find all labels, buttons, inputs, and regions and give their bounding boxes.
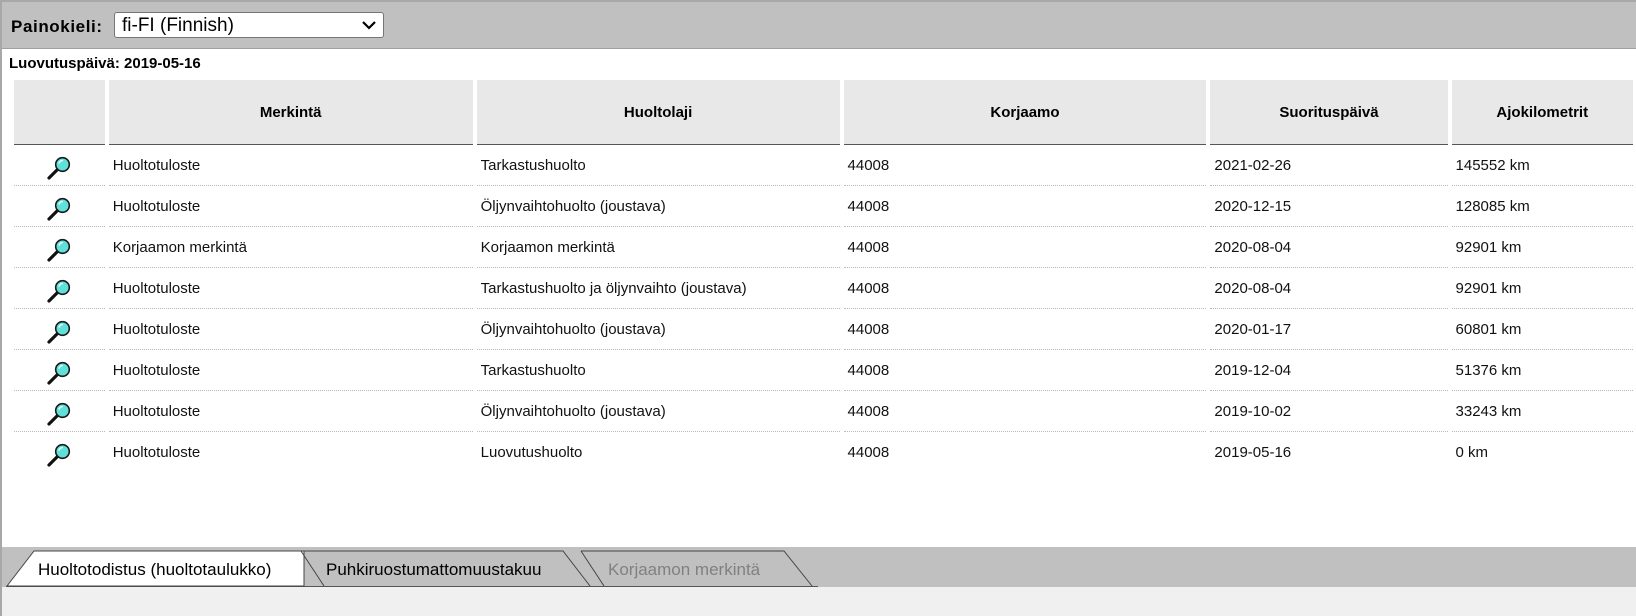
cell-korjaamo: 44008 xyxy=(843,186,1207,227)
cell-korjaamo: 44008 xyxy=(843,227,1207,268)
cell-merkinta: Huoltotuloste xyxy=(112,443,201,461)
cell-suorituspaiva: 2019-10-02 xyxy=(1210,391,1448,432)
cell-suorituspaiva: 2021-02-26 xyxy=(1210,145,1448,186)
cell-merkinta: Huoltotuloste xyxy=(108,309,473,350)
cell-ajokilometrit: 60801 km xyxy=(1451,309,1633,350)
cell-korjaamo: 44008 xyxy=(843,350,1207,391)
cell-huoltolaji: Öljynvaihtohuolto (joustava) xyxy=(476,186,840,227)
magnifier-icon[interactable] xyxy=(46,196,72,222)
cell-merkinta: Huoltotuloste xyxy=(108,145,473,186)
row-icon-cell[interactable] xyxy=(14,391,105,432)
row-icon-cell[interactable] xyxy=(14,432,105,472)
service-history-app: Painokieli: fi-FI (Finnish) Luovutuspäiv… xyxy=(0,0,1636,616)
cell-korjaamo: 44008 xyxy=(843,309,1207,350)
magnifier-icon[interactable] xyxy=(46,155,72,181)
column-header-suorituspaiva: Suorituspäivä xyxy=(1210,80,1448,145)
magnifier-icon[interactable] xyxy=(46,401,72,427)
cell-suorituspaiva: 2020-01-17 xyxy=(1210,309,1448,350)
cell-merkinta: Huoltotuloste xyxy=(108,268,473,309)
row-icon-cell[interactable] xyxy=(14,268,105,309)
cell-huoltolaji: Tarkastushuolto xyxy=(476,145,840,186)
cell-korjaamo: 44008 xyxy=(843,391,1207,432)
row-icon-cell[interactable] xyxy=(14,350,105,391)
row-icon-cell[interactable] xyxy=(14,145,105,186)
status-strip xyxy=(2,587,1636,616)
tab-bar: Huoltotodistus (huoltotaulukko) Puhkiruo… xyxy=(2,547,1636,587)
table-row[interactable]: Huoltotuloste Tarkastushuolto 44008 2019… xyxy=(14,350,1633,391)
table-row[interactable]: Korjaamon merkintä Korjaamon merkintä 44… xyxy=(14,227,1633,268)
column-header-huoltolaji: Huoltolaji xyxy=(476,80,840,145)
tab-puhkiruostumattomuustakuu[interactable]: Puhkiruostumattomuustakuu xyxy=(300,550,592,587)
table-row[interactable]: Huoltotuloste Öljynvaihtohuolto (joustav… xyxy=(14,186,1633,227)
cell-ajokilometrit: 145552 km xyxy=(1451,145,1633,186)
magnifier-icon[interactable] xyxy=(46,278,72,304)
cell-suorituspaiva: 2019-05-16 xyxy=(1214,443,1292,461)
column-header-ajokilometrit: Ajokilometrit xyxy=(1451,80,1633,145)
table-row[interactable]: Huoltotuloste Luovutushuolto 44008 2019-… xyxy=(14,432,1633,472)
language-label: Painokieli: xyxy=(11,17,103,36)
cell-ajokilometrit: 128085 km xyxy=(1451,186,1633,227)
row-icon-cell[interactable] xyxy=(14,186,105,227)
cell-huoltolaji: Öljynvaihtohuolto (joustava) xyxy=(476,309,840,350)
magnifier-icon[interactable] xyxy=(46,319,72,345)
language-select[interactable]: fi-FI (Finnish) xyxy=(114,12,384,38)
cell-suorituspaiva: 2020-12-15 xyxy=(1210,186,1448,227)
tab-label: Puhkiruostumattomuustakuu xyxy=(326,560,542,579)
cell-ajokilometrit: 51376 km xyxy=(1451,350,1633,391)
table-header-row: Merkintä Huoltolaji Korjaamo Suorituspäi… xyxy=(14,80,1633,145)
table-row[interactable]: Huoltotuloste Öljynvaihtohuolto (joustav… xyxy=(14,391,1633,432)
service-history-table: Merkintä Huoltolaji Korjaamo Suorituspäi… xyxy=(10,80,1636,472)
cell-merkinta: Huoltotuloste xyxy=(108,391,473,432)
language-select-value: fi-FI (Finnish) xyxy=(122,15,234,36)
cell-korjaamo: 44008 xyxy=(843,268,1207,309)
column-header-merkinta: Merkintä xyxy=(108,80,473,145)
tab-label: Huoltotodistus (huoltotaulukko) xyxy=(38,560,272,579)
cell-huoltolaji: Tarkastushuolto ja öljynvaihto (joustava… xyxy=(476,268,840,309)
cell-huoltolaji: Tarkastushuolto xyxy=(476,350,840,391)
tab-korjaamon-merkinta[interactable]: Korjaamon merkintä xyxy=(580,550,820,587)
cell-merkinta: Huoltotuloste xyxy=(108,350,473,391)
cell-huoltolaji: Korjaamon merkintä xyxy=(476,227,840,268)
cell-huoltolaji: Luovutushuolto xyxy=(480,443,583,461)
row-icon-cell[interactable] xyxy=(14,227,105,268)
chevron-down-icon xyxy=(362,21,376,30)
cell-ajokilometrit: 33243 km xyxy=(1451,391,1633,432)
tab-label: Korjaamon merkintä xyxy=(608,560,761,579)
cell-suorituspaiva: 2020-08-04 xyxy=(1210,268,1448,309)
cell-suorituspaiva: 2020-08-04 xyxy=(1210,227,1448,268)
cell-suorituspaiva: 2019-12-04 xyxy=(1210,350,1448,391)
cell-merkinta: Korjaamon merkintä xyxy=(108,227,473,268)
cell-korjaamo: 44008 xyxy=(847,443,890,461)
table-row[interactable]: Huoltotuloste Tarkastushuolto 44008 2021… xyxy=(14,145,1633,186)
table-row[interactable]: Huoltotuloste Öljynvaihtohuolto (joustav… xyxy=(14,309,1633,350)
table-row[interactable]: Huoltotuloste Tarkastushuolto ja öljynva… xyxy=(14,268,1633,309)
column-header-korjaamo: Korjaamo xyxy=(843,80,1207,145)
cell-ajokilometrit: 0 km xyxy=(1455,443,1489,461)
release-date: Luovutuspäivä: 2019-05-16 xyxy=(9,55,201,72)
cell-ajokilometrit: 92901 km xyxy=(1451,227,1633,268)
cell-huoltolaji: Öljynvaihtohuolto (joustava) xyxy=(476,391,840,432)
cell-korjaamo: 44008 xyxy=(843,145,1207,186)
magnifier-icon[interactable] xyxy=(46,360,72,386)
column-header-icon xyxy=(14,80,105,145)
language-toolbar: Painokieli: fi-FI (Finnish) xyxy=(2,2,1636,49)
cell-merkinta: Huoltotuloste xyxy=(108,186,473,227)
cell-ajokilometrit: 92901 km xyxy=(1451,268,1633,309)
magnifier-icon[interactable] xyxy=(46,237,72,263)
tab-huoltotodistus[interactable]: Huoltotodistus (huoltotaulukko) xyxy=(6,550,306,587)
magnifier-icon[interactable] xyxy=(46,442,72,468)
row-icon-cell[interactable] xyxy=(14,309,105,350)
